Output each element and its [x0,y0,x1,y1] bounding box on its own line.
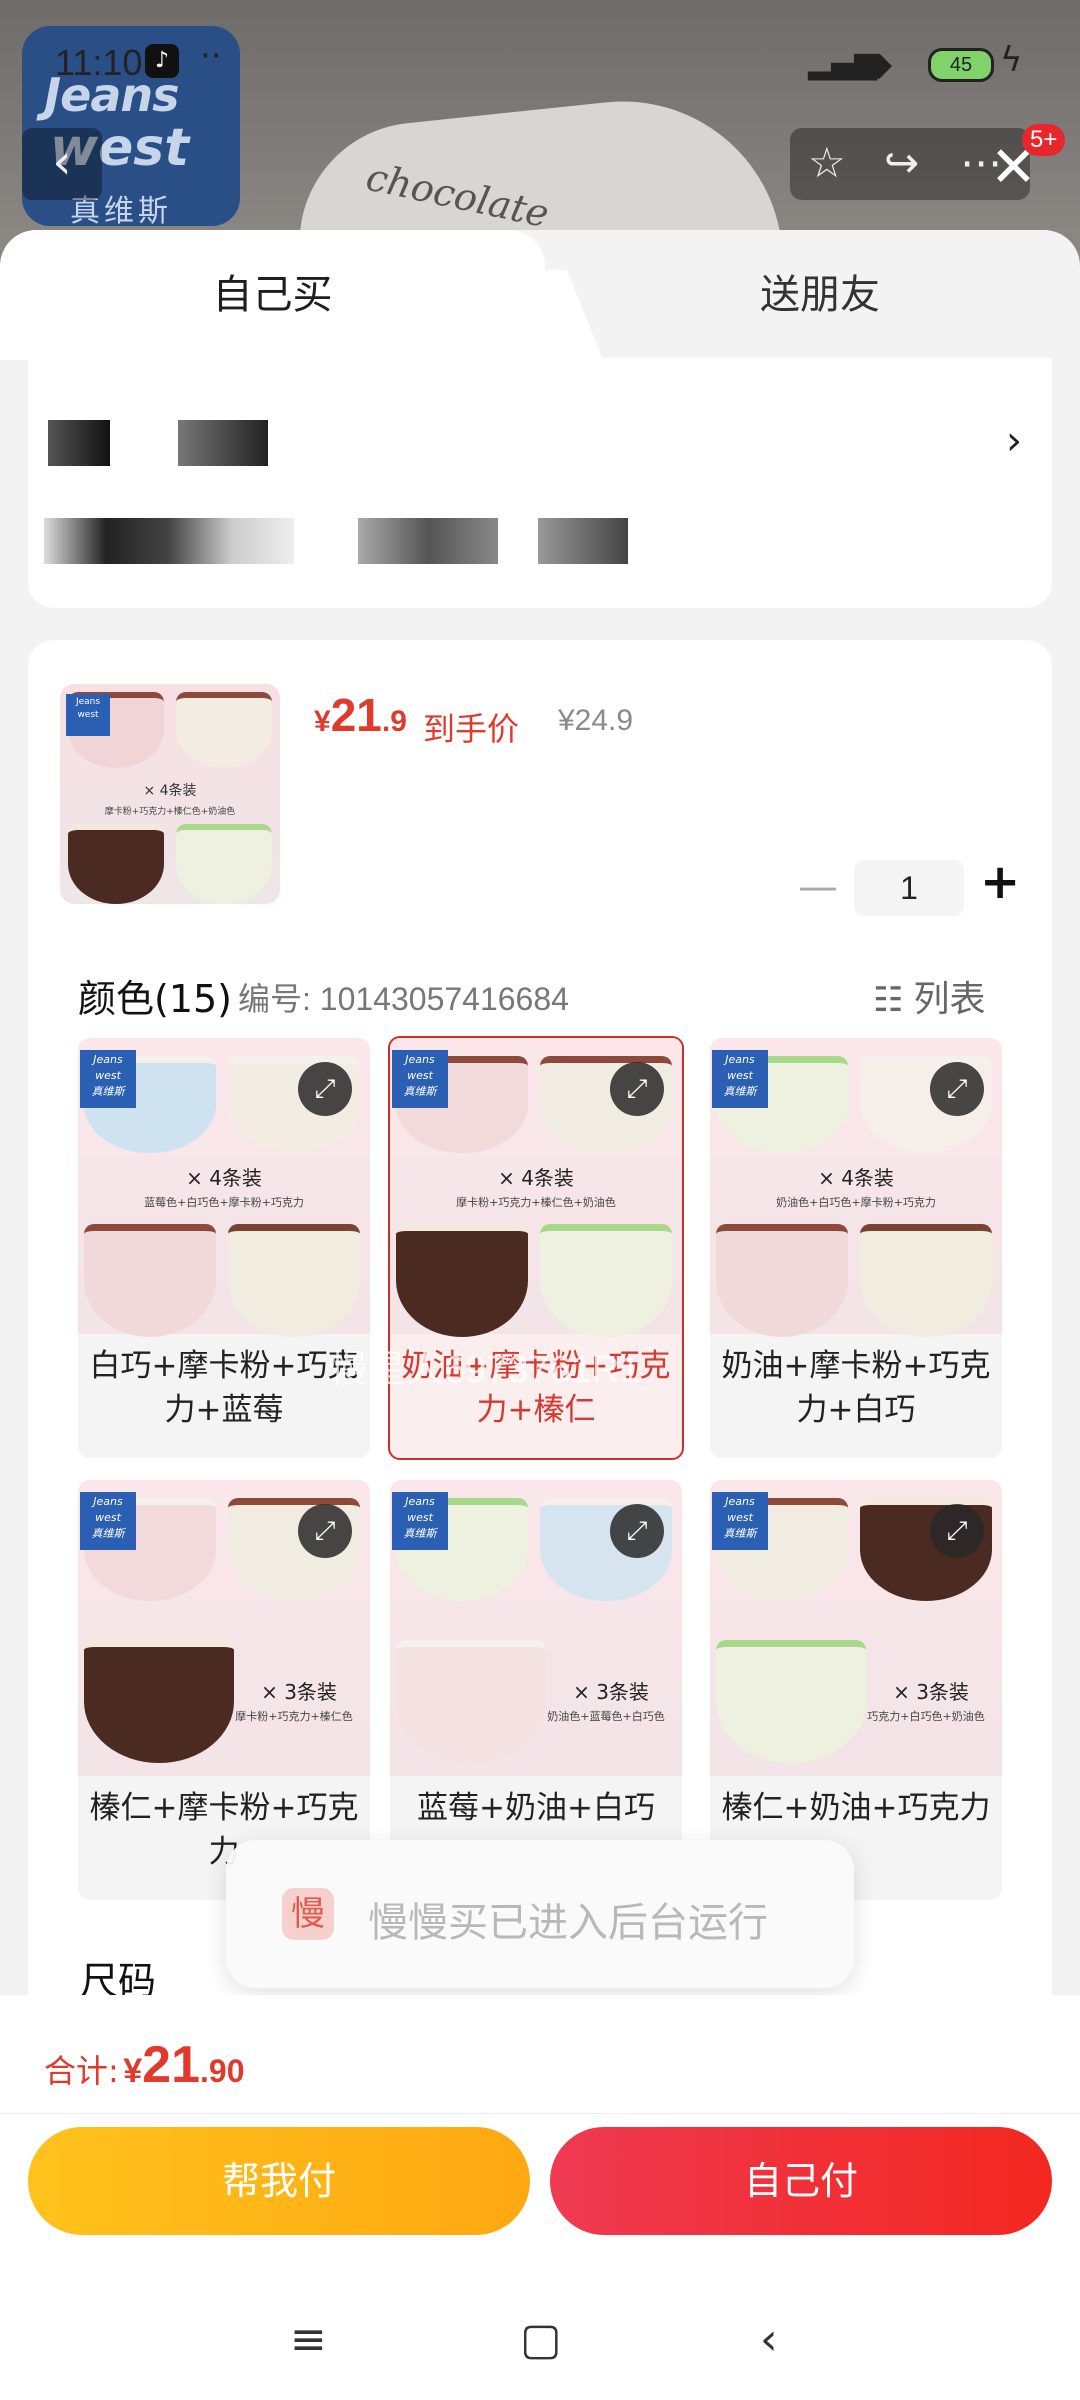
final-price-label: 到手价 [423,710,520,748]
expand-icon[interactable]: ⤢ [610,1062,664,1116]
variant-card[interactable]: Jeans west 真维斯 ⤢ × 3条装 奶油色+蓝莓色+白巧色 蓝莓+奶油+白… [390,1480,682,1900]
panty-image [716,1640,866,1763]
back-nav-icon[interactable]: ‹ [760,2314,778,2365]
panty-image [176,824,272,904]
brand-logo: Jeans west 真维斯 [80,1050,136,1108]
toast-text: 慢慢买已进入后台运行 [368,1900,768,1946]
brand-logo: Jeans west 真维斯 [712,1050,768,1108]
original-price: ¥24.9 [558,704,634,737]
address-redacted [44,518,294,564]
variant-name: 榛仁+奶油+巧克力 [721,1790,991,1826]
pillow-text: chocolate [362,154,553,237]
variant-name: 奶油+摩卡粉+巧克力+白巧 [721,1348,991,1428]
color-section-title: 颜色(15) [78,977,233,1021]
list-view-toggle[interactable]: ☷ 列表 [873,970,986,1022]
pay-self-button[interactable]: 自己付 [550,2127,1052,2235]
variant-pack: × 4条装 [498,1166,574,1190]
variant-name: 蓝莓+奶油+白巧 [417,1790,655,1826]
address-redacted [178,420,268,466]
watermark: 慢星人6973761R1 [330,1349,641,1391]
home-icon[interactable]: ▢ [520,2314,562,2365]
quantity-minus-button[interactable]: — [798,864,838,910]
background-run-toast: 慢 慢慢买已进入后台运行 [226,1840,854,1988]
variant-card[interactable]: Jeans west 真维斯 ⤢ × 4条装 奶油色+白巧色+摩卡粉+巧克力 奶油+… [710,1038,1002,1458]
product-code: 编号: 10143057416684 [238,981,569,1017]
battery-icon: 45 [928,48,994,82]
quantity-plus-button[interactable]: + [980,854,1020,910]
product-thumbnail[interactable]: Jeans west × 4条装 摩卡粉+巧克力+榛仁色+奶油色 [60,684,280,904]
expand-icon[interactable]: ⤢ [298,1062,352,1116]
variant-card[interactable]: Jeans west 真维斯 ⤢ × 4条装 蓝莓色+白巧色+摩卡粉+巧克力 白巧+… [78,1038,370,1458]
status-time: 11:10 [55,42,143,83]
status-bar: 11:10 ♪ ·· ▂▄▆ ◆ 45 ϟ [0,0,1080,120]
share-icon[interactable]: ↪ [884,138,919,187]
notification-badge: 5+ [1022,124,1066,156]
address-redacted [358,518,498,564]
list-icon: ☷ [873,980,904,1020]
brand-logo: Jeans west 真维斯 [392,1050,448,1108]
panty-image [716,1224,848,1337]
expand-icon[interactable]: ⤢ [930,1504,984,1558]
address-card[interactable]: › [28,358,1052,608]
total-price: 合计: ¥21.90 [44,2036,245,2094]
panty-image [68,824,164,904]
divider [0,2113,1080,2114]
favorite-icon[interactable]: ☆ [808,138,846,187]
expand-icon[interactable]: ⤢ [610,1504,664,1558]
thumb-pack: × 4条装 [143,783,197,799]
panty-image [228,1224,360,1337]
variant-card[interactable]: Jeans west 真维斯 ⤢ × 3条装 摩卡粉+巧克力+榛仁色 榛仁+摩卡粉+… [78,1480,370,1900]
ask-friend-pay-button[interactable]: 帮我付 [28,2127,530,2235]
panty-image [176,692,272,768]
tab-gift-friend[interactable]: 送朋友 [560,230,1080,360]
variant-mix: 摩卡粉+巧克力+榛仁色+奶油色 [456,1196,616,1209]
wifi-icon: ◆ [866,44,893,84]
variant-mix: 蓝莓色+白巧色+摩卡粉+巧克力 [144,1196,304,1209]
expand-icon[interactable]: ⤢ [298,1504,352,1558]
variant-mix: 摩卡粉+巧克力+榛仁色 [235,1710,353,1723]
address-redacted [538,518,628,564]
variant-pack: × 4条装 [186,1166,262,1190]
list-label: 列表 [913,979,986,1020]
address-redacted [48,420,110,466]
back-button[interactable]: ‹ [22,128,102,200]
tab-self-buy[interactable]: 自己买 [0,230,545,360]
expand-icon[interactable]: ⤢ [930,1062,984,1116]
variant-card[interactable]: Jeans west 真维斯 ⤢ × 3条装 巧克力+白巧色+奶油色 榛仁+奶油+巧… [710,1480,1002,1900]
variant-mix: 奶油色+蓝莓色+白巧色 [547,1710,665,1723]
charging-icon: ϟ [1000,40,1023,80]
panty-image [84,1640,234,1763]
variant-pack: × 4条装 [818,1166,894,1190]
panty-image [396,1640,546,1763]
brand-logo: Jeans west [66,694,110,736]
brand-logo: Jeans west 真维斯 [712,1492,768,1550]
chevron-right-icon: › [1006,418,1022,464]
panty-image [396,1224,528,1337]
panty-image [860,1224,992,1337]
variant-pack: × 3条装 [261,1680,337,1704]
variant-mix: 奶油色+白巧色+摩卡粉+巧克力 [776,1196,936,1209]
panty-image [84,1224,216,1337]
variant-name: 白巧+摩卡粉+巧克力+蓝莓 [89,1348,359,1428]
variant-card-selected[interactable]: Jeans west 真维斯 ⤢ × 4条装 摩卡粉+巧克力+榛仁色+奶油色 奶油+… [388,1036,684,1460]
brand-logo: Jeans west 真维斯 [392,1492,448,1550]
status-dots: ·· [200,36,222,76]
variant-pack: × 3条装 [573,1680,649,1704]
panty-image [540,1224,672,1337]
tiktok-icon: ♪ [145,44,179,78]
app-icon: 慢 [282,1888,334,1940]
menu-icon[interactable]: ≡ [290,2314,327,2365]
quantity-input[interactable]: 1 [854,860,964,916]
variant-pack: × 3条装 [893,1680,969,1704]
brand-logo: Jeans west 真维斯 [80,1492,136,1550]
variant-mix: 巧克力+白巧色+奶油色 [867,1710,985,1723]
system-nav-bar: ≡ ▢ ‹ [0,2290,1080,2400]
thumb-mix: 摩卡粉+巧克力+榛仁色+奶油色 [104,807,236,817]
final-price: ¥21.9 [314,689,407,741]
